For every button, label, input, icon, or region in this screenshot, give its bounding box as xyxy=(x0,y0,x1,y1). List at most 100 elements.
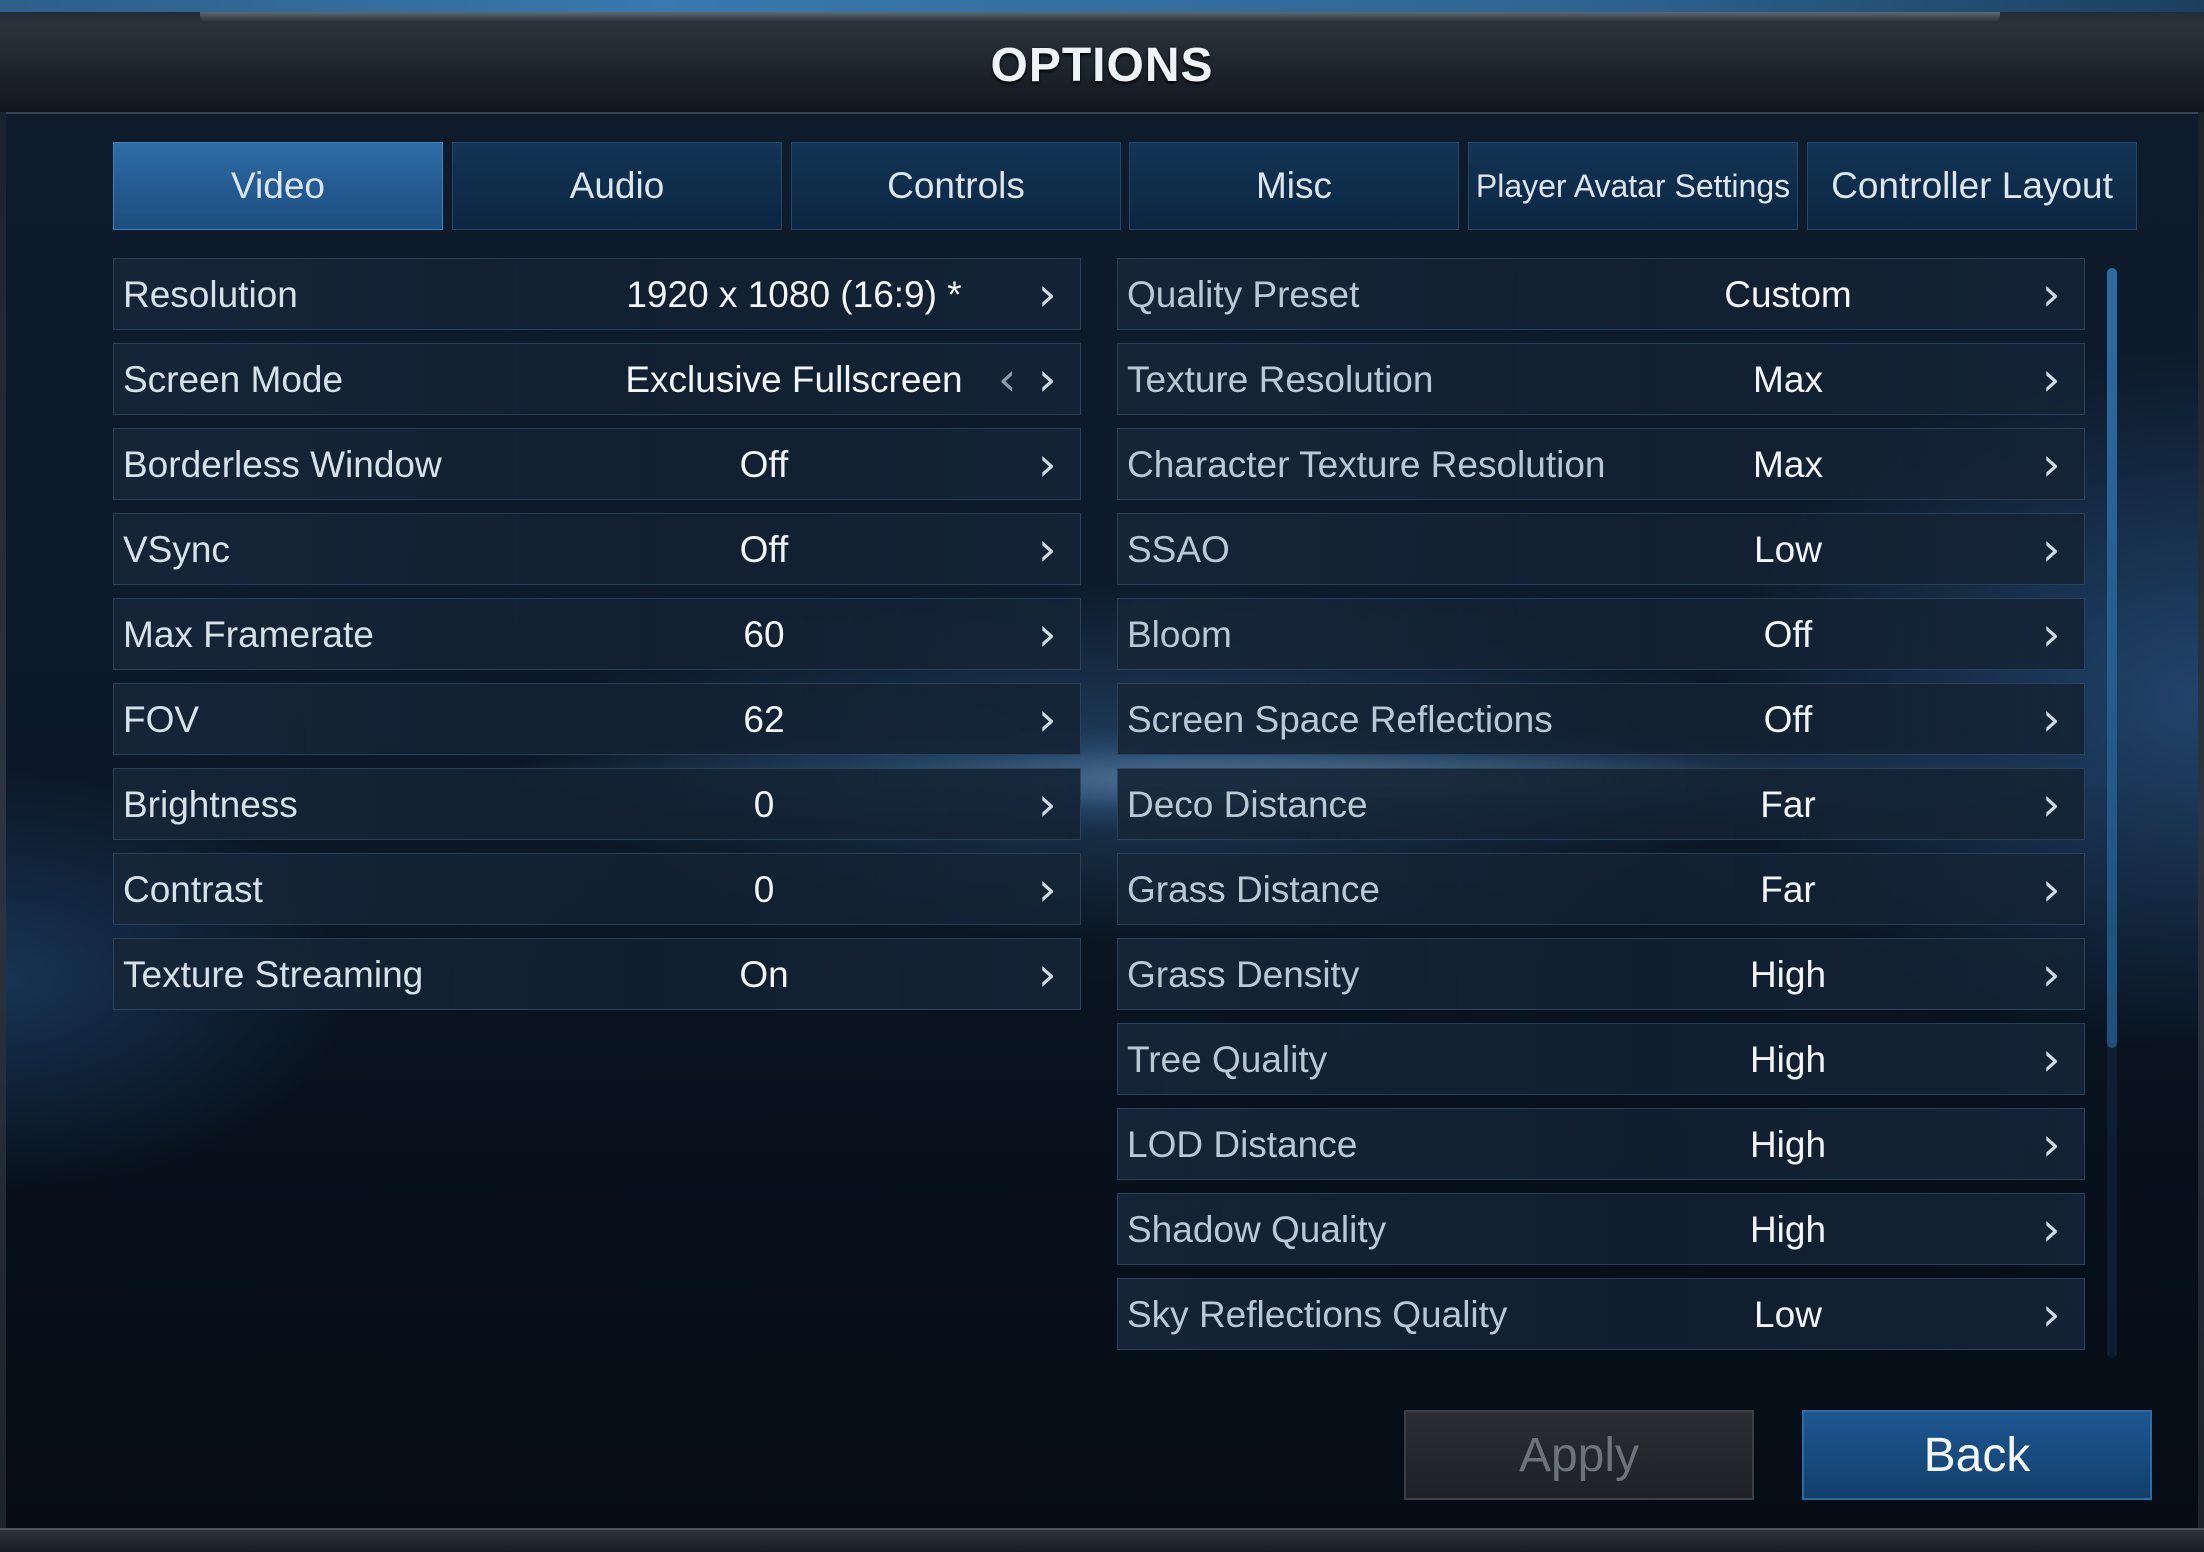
tab-bar: Video Audio Controls Misc Player Avatar … xyxy=(113,142,2137,232)
left-frame xyxy=(0,112,6,1528)
chevron-right-icon[interactable]: › xyxy=(1038,514,1056,586)
setting-row-bloom[interactable]: Bloom Off › xyxy=(1117,598,2085,670)
setting-row-resolution[interactable]: Resolution 1920 x 1080 (16:9) * › xyxy=(113,258,1081,330)
chevron-right-icon[interactable]: › xyxy=(2042,259,2060,331)
setting-value: Exclusive Fullscreen xyxy=(625,359,963,400)
setting-row-screen-mode[interactable]: Screen Mode Exclusive Fullscreen ‹ › xyxy=(113,343,1081,415)
chevron-right-icon[interactable]: › xyxy=(2042,769,2060,841)
chevron-right-icon[interactable]: › xyxy=(2042,684,2060,756)
setting-label: Grass Distance xyxy=(1127,869,1380,910)
setting-value: Off xyxy=(739,529,789,570)
setting-value: 1920 x 1080 (16:9) * xyxy=(626,274,962,315)
page-title: OPTIONS xyxy=(990,39,1214,92)
chevron-right-icon[interactable]: › xyxy=(1038,684,1056,756)
setting-value: Max xyxy=(1753,444,1823,485)
setting-value: High xyxy=(1749,954,1827,995)
chevron-right-icon[interactable]: › xyxy=(1038,769,1056,841)
setting-value: High xyxy=(1749,1039,1827,1080)
setting-label: Screen Mode xyxy=(123,359,344,400)
setting-row-fov[interactable]: FOV 62 › xyxy=(113,683,1081,755)
back-button[interactable]: Back xyxy=(1802,1410,2152,1500)
chevron-right-icon[interactable]: › xyxy=(2042,514,2060,586)
setting-value: Off xyxy=(739,444,789,485)
chevron-right-icon[interactable]: › xyxy=(1038,854,1056,926)
tab-video[interactable]: Video xyxy=(113,142,443,230)
chevron-right-icon[interactable]: › xyxy=(2042,429,2060,501)
setting-row-contrast[interactable]: Contrast 0 › xyxy=(113,853,1081,925)
setting-label: Deco Distance xyxy=(1127,784,1368,825)
setting-row-character-texture-resolution[interactable]: Character Texture Resolution Max › xyxy=(1117,428,2085,500)
setting-value: Far xyxy=(1760,784,1816,825)
setting-label: Quality Preset xyxy=(1127,274,1360,315)
left-settings-list: Resolution 1920 x 1080 (16:9) * › Screen Mo… xyxy=(113,258,1081,1023)
setting-label: Sky Reflections Quality xyxy=(1127,1294,1508,1335)
chevron-right-icon[interactable]: › xyxy=(1038,429,1056,501)
chevron-right-icon[interactable]: › xyxy=(2042,854,2060,926)
setting-value: On xyxy=(739,954,789,995)
chevron-right-icon[interactable]: › xyxy=(2042,1024,2060,1096)
setting-row-texture-resolution[interactable]: Texture Resolution Max › xyxy=(1117,343,2085,415)
setting-value: Max xyxy=(1753,359,1823,400)
setting-label: Brightness xyxy=(123,784,298,825)
setting-row-ssao[interactable]: SSAO Low › xyxy=(1117,513,2085,585)
chevron-right-icon[interactable]: › xyxy=(2042,1194,2060,1266)
tab-player-avatar-settings[interactable]: Player Avatar Settings xyxy=(1468,142,1798,230)
top-frame-edge xyxy=(0,0,2204,12)
chevron-right-icon[interactable]: › xyxy=(2042,1279,2060,1351)
chevron-right-icon[interactable]: › xyxy=(2042,344,2060,416)
chevron-right-icon[interactable]: › xyxy=(1038,259,1056,331)
bottom-frame xyxy=(0,1528,2204,1552)
options-screen: OPTIONS Video Audio Controls Misc Player… xyxy=(0,0,2204,1552)
setting-value: 62 xyxy=(743,699,785,740)
setting-label: Resolution xyxy=(123,274,298,315)
setting-row-tree-quality[interactable]: Tree Quality High › xyxy=(1117,1023,2085,1095)
tab-controller-layout[interactable]: Controller Layout xyxy=(1807,142,2137,230)
setting-label: LOD Distance xyxy=(1127,1124,1358,1165)
setting-row-quality-preset[interactable]: Quality Preset Custom › xyxy=(1117,258,2085,330)
setting-value: Off xyxy=(1763,699,1813,740)
setting-value: Off xyxy=(1763,614,1813,655)
chevron-left-icon[interactable]: ‹ xyxy=(998,344,1016,416)
chevron-right-icon[interactable]: › xyxy=(1038,344,1056,416)
setting-row-grass-distance[interactable]: Grass Distance Far › xyxy=(1117,853,2085,925)
setting-row-shadow-quality[interactable]: Shadow Quality High › xyxy=(1117,1193,2085,1265)
setting-row-max-framerate[interactable]: Max Framerate 60 › xyxy=(113,598,1081,670)
setting-row-sky-reflections-quality[interactable]: Sky Reflections Quality Low › xyxy=(1117,1278,2085,1350)
chevron-right-icon[interactable]: › xyxy=(1038,939,1056,1011)
setting-value: High xyxy=(1749,1209,1827,1250)
setting-label: Tree Quality xyxy=(1127,1039,1328,1080)
setting-row-borderless-window[interactable]: Borderless Window Off › xyxy=(113,428,1081,500)
setting-value: High xyxy=(1749,1124,1827,1165)
setting-label: FOV xyxy=(123,699,200,740)
tab-controls[interactable]: Controls xyxy=(791,142,1121,230)
setting-row-texture-streaming[interactable]: Texture Streaming On › xyxy=(113,938,1081,1010)
setting-row-screen-space-reflections[interactable]: Screen Space Reflections Off › xyxy=(1117,683,2085,755)
tab-misc[interactable]: Misc xyxy=(1129,142,1459,230)
setting-value: 0 xyxy=(753,784,775,825)
setting-label: Max Framerate xyxy=(123,614,374,655)
apply-button[interactable]: Apply xyxy=(1404,1410,1754,1500)
setting-value: Low xyxy=(1754,1294,1822,1335)
setting-label: Bloom xyxy=(1127,614,1232,655)
settings-scrollbar[interactable] xyxy=(2107,268,2117,1358)
chevron-right-icon[interactable]: › xyxy=(1038,599,1056,671)
setting-value: 60 xyxy=(743,614,785,655)
right-frame xyxy=(2198,112,2204,1528)
setting-row-brightness[interactable]: Brightness 0 › xyxy=(113,768,1081,840)
setting-row-grass-density[interactable]: Grass Density High › xyxy=(1117,938,2085,1010)
setting-value: Custom xyxy=(1724,274,1852,315)
tab-audio[interactable]: Audio xyxy=(452,142,782,230)
chevron-right-icon[interactable]: › xyxy=(2042,1109,2060,1181)
setting-label: Texture Resolution xyxy=(1127,359,1434,400)
right-settings-list: Quality Preset Custom › Texture Resolution M… xyxy=(1117,258,2085,1363)
setting-row-vsync[interactable]: VSync Off › xyxy=(113,513,1081,585)
setting-row-lod-distance[interactable]: LOD Distance High › xyxy=(1117,1108,2085,1180)
setting-label: Texture Streaming xyxy=(123,954,424,995)
setting-value: Far xyxy=(1760,869,1816,910)
setting-value: 0 xyxy=(753,869,775,910)
scrollbar-thumb[interactable] xyxy=(2107,268,2117,1048)
chevron-right-icon[interactable]: › xyxy=(2042,599,2060,671)
setting-value: Low xyxy=(1754,529,1822,570)
chevron-right-icon[interactable]: › xyxy=(2042,939,2060,1011)
setting-row-deco-distance[interactable]: Deco Distance Far › xyxy=(1117,768,2085,840)
